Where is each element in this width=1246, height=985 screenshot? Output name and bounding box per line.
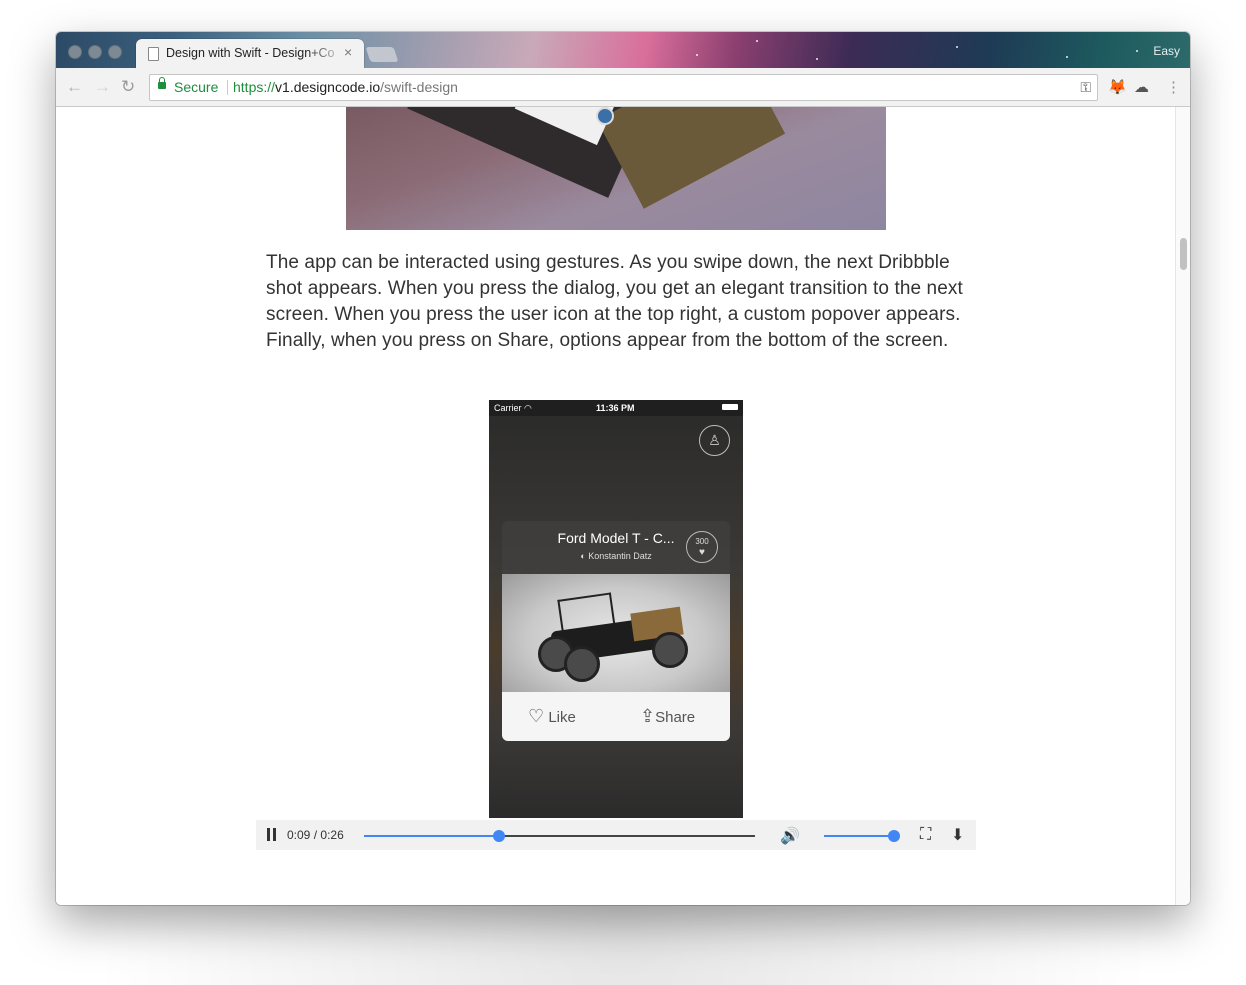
hero-image-shape [596, 107, 786, 209]
status-time: 11:36 PM [596, 403, 635, 413]
url-host: v1.designcode.io [275, 79, 381, 95]
key-icon[interactable]: ⚿ [1080, 79, 1091, 96]
page-icon [148, 47, 159, 61]
car-wheel [652, 632, 688, 668]
video-frame[interactable]: Carrier ◠ 11:36 PM ♙ Ford Model T - C...… [489, 400, 743, 818]
cloud-extension-icon[interactable]: ☁ [1134, 78, 1149, 96]
url-text[interactable]: https://v1.designcode.io/swift-design [233, 79, 458, 95]
card-author: Konstantin Datz [588, 551, 652, 561]
tab-active[interactable]: Design with Swift - Design+Co × [136, 39, 364, 68]
fox-extension-icon[interactable]: 🦊 [1108, 78, 1127, 96]
tab-title-fade [306, 39, 346, 68]
like-icon: ♡ [528, 706, 545, 726]
like-button: ♡ Like [528, 706, 576, 727]
close-tab-icon[interactable]: × [344, 44, 352, 60]
time-display: 0:09 / 0:26 [287, 828, 344, 842]
author-avatar-icon: ◐ [580, 551, 586, 561]
card-actions: ♡ Like ⇪Share [502, 692, 730, 741]
menu-icon[interactable]: ⋮ [1166, 78, 1181, 96]
duration: 0:26 [320, 828, 344, 842]
volume-icon[interactable]: 🔊 [780, 826, 800, 846]
address-bar[interactable]: Secure https://v1.designcode.io/swift-de… [149, 74, 1098, 101]
progress-slider[interactable] [364, 830, 755, 842]
url-scheme: https:// [233, 79, 276, 95]
hero-image-dot [596, 107, 614, 125]
hero-image [346, 107, 886, 230]
scrollbar-thumb[interactable] [1180, 238, 1187, 270]
star-decoration [956, 46, 958, 48]
minimize-window-button[interactable] [88, 45, 102, 59]
star-decoration [696, 54, 698, 56]
address-divider [227, 80, 228, 95]
star-decoration [756, 40, 758, 42]
volume-handle[interactable] [888, 830, 900, 842]
fullscreen-icon[interactable]: ⛶ [920, 826, 931, 844]
close-window-button[interactable] [68, 45, 82, 59]
video-controls: 0:09 / 0:26 🔊 ⛶ ⬇ [256, 820, 976, 850]
profile-name[interactable]: Easy [1153, 44, 1180, 58]
volume-fill [824, 835, 894, 837]
car-wheel [564, 646, 600, 682]
url-path: /swift-design [380, 79, 458, 95]
like-label: Like [548, 709, 576, 726]
star-decoration [816, 58, 818, 60]
title-bar: Design with Swift - Design+Co × Easy [56, 32, 1190, 68]
star-decoration [1136, 50, 1138, 52]
share-label: Share [655, 709, 696, 726]
likes-badge: 300 ♥ [686, 531, 718, 563]
current-time: 0:09 [287, 828, 311, 842]
forward-icon[interactable]: → [94, 77, 111, 97]
heart-icon: ♥ [699, 547, 705, 558]
carrier-label: Carrier ◠ [494, 403, 532, 414]
wifi-icon: ◠ [524, 403, 532, 413]
time-separator: / [313, 828, 318, 842]
progress-fill [364, 835, 500, 837]
new-tab-button[interactable] [365, 47, 399, 62]
browser-toolbar: ← → ↻ Secure https://v1.designcode.io/sw… [56, 68, 1190, 107]
likes-count: 300 [695, 537, 709, 546]
lock-icon [158, 77, 166, 89]
page-content: The app can be interacted using gestures… [56, 107, 1175, 905]
browser-window: Design with Swift - Design+Co × Easy ← →… [56, 32, 1190, 905]
progress-handle[interactable] [493, 830, 506, 842]
secure-label[interactable]: Secure [174, 79, 218, 95]
download-icon[interactable]: ⬇ [951, 825, 964, 845]
volume-slider[interactable] [824, 830, 900, 842]
phone-status-bar: Carrier ◠ 11:36 PM [489, 400, 743, 416]
zoom-window-button[interactable] [108, 45, 122, 59]
battery-icon [722, 404, 738, 410]
dribbble-card: Ford Model T - C... ◐ Konstantin Datz 30… [502, 521, 730, 741]
page-scrollbar[interactable] [1175, 107, 1190, 905]
article-paragraph: The app can be interacted using gestures… [266, 252, 963, 351]
star-decoration [1066, 56, 1068, 58]
back-icon[interactable]: ← [66, 77, 83, 97]
car-image [502, 574, 730, 692]
reload-icon[interactable]: ↻ [121, 77, 135, 97]
carrier-text: Carrier [494, 403, 522, 413]
share-icon: ⇪ [640, 706, 656, 726]
pause-icon[interactable] [267, 828, 270, 841]
user-icon: ♙ [699, 425, 730, 456]
share-button: ⇪Share [640, 706, 695, 727]
card-header: Ford Model T - C... ◐ Konstantin Datz 30… [502, 521, 730, 574]
